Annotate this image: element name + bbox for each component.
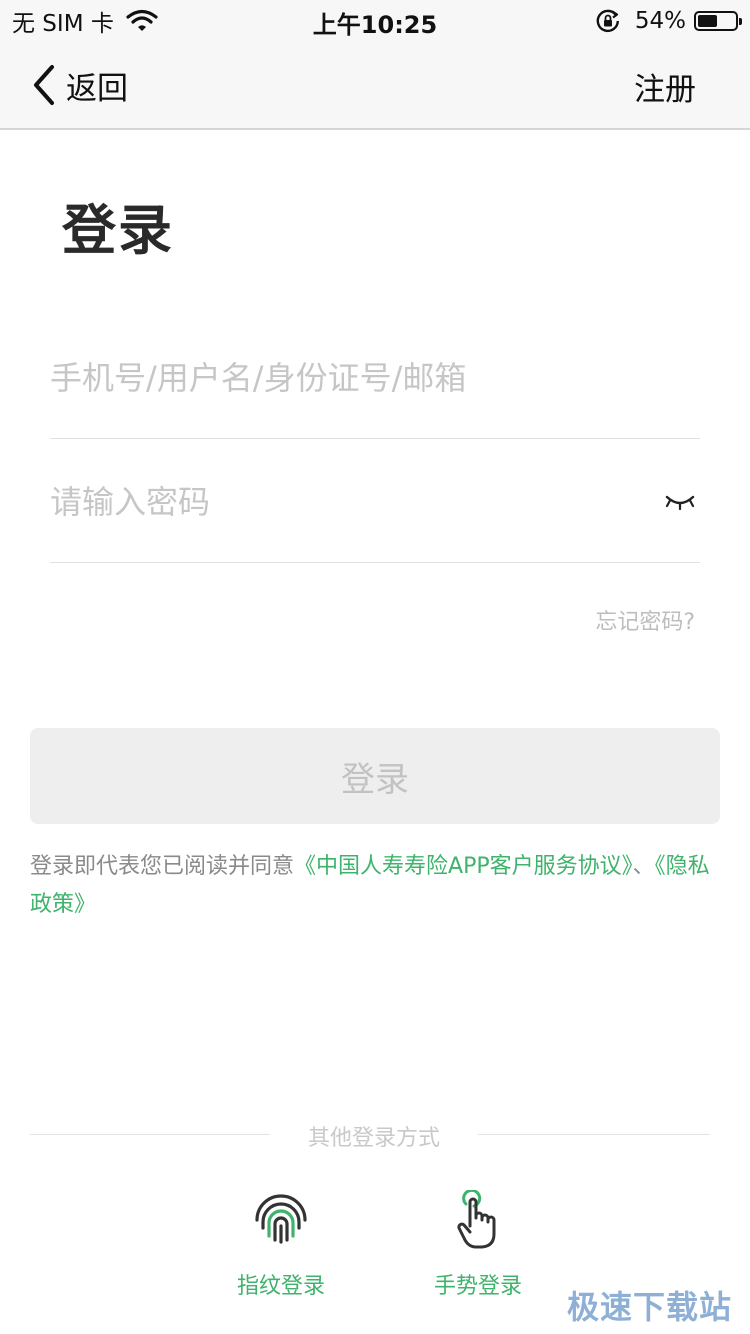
page-title: 登录 — [62, 199, 174, 262]
battery-percent: 54% — [634, 8, 686, 34]
service-agreement-link[interactable]: 《中国人寿寿险APP客户服务协议》 — [294, 854, 633, 879]
account-input[interactable] — [50, 350, 700, 406]
status-system-group: 54% — [595, 6, 742, 36]
rotation-lock-icon — [596, 9, 619, 33]
chevron-left-icon — [34, 65, 54, 105]
battery-icon — [694, 11, 742, 31]
other-login-title: 其他登录方式 — [307, 1126, 440, 1151]
fingerprint-login-label: 指纹登录 — [236, 1274, 325, 1299]
login-button[interactable]: 登录 — [30, 728, 720, 824]
password-divider — [50, 562, 700, 563]
fingerprint-icon — [255, 1194, 307, 1244]
forgot-password-link[interactable]: 忘记密码? — [595, 604, 695, 636]
agreement-prefix: 登录即代表您已阅读并同意 — [30, 854, 295, 879]
back-button[interactable]: 返回 — [30, 60, 128, 110]
back-label: 返回 — [66, 70, 128, 107]
other-login-divider-left — [30, 1134, 270, 1135]
eye-closed-icon[interactable] — [660, 488, 700, 516]
password-input[interactable] — [50, 474, 640, 530]
gesture-login-button[interactable]: 手势登录 — [408, 1190, 548, 1300]
gesture-login-label: 手势登录 — [433, 1274, 522, 1299]
agreement-text: 登录即代表您已阅读并同意《中国人寿寿险APP客户服务协议》、《隐私政策》 — [30, 848, 730, 924]
watermark-logo: 极速下载站 — [566, 1288, 732, 1326]
hand-gesture-icon — [457, 1190, 496, 1249]
battery-nub — [739, 18, 742, 25]
top-bar: 无 SIM 卡 上午10:25 54% 返回 注册 — [0, 0, 750, 130]
battery-level-fill — [698, 15, 717, 27]
agreement-separator: 、 — [632, 854, 655, 879]
register-button[interactable]: 注册 — [634, 64, 696, 109]
fingerprint-login-button[interactable]: 指纹登录 — [211, 1190, 351, 1300]
account-divider — [50, 438, 700, 439]
other-login-divider-right — [478, 1134, 710, 1135]
